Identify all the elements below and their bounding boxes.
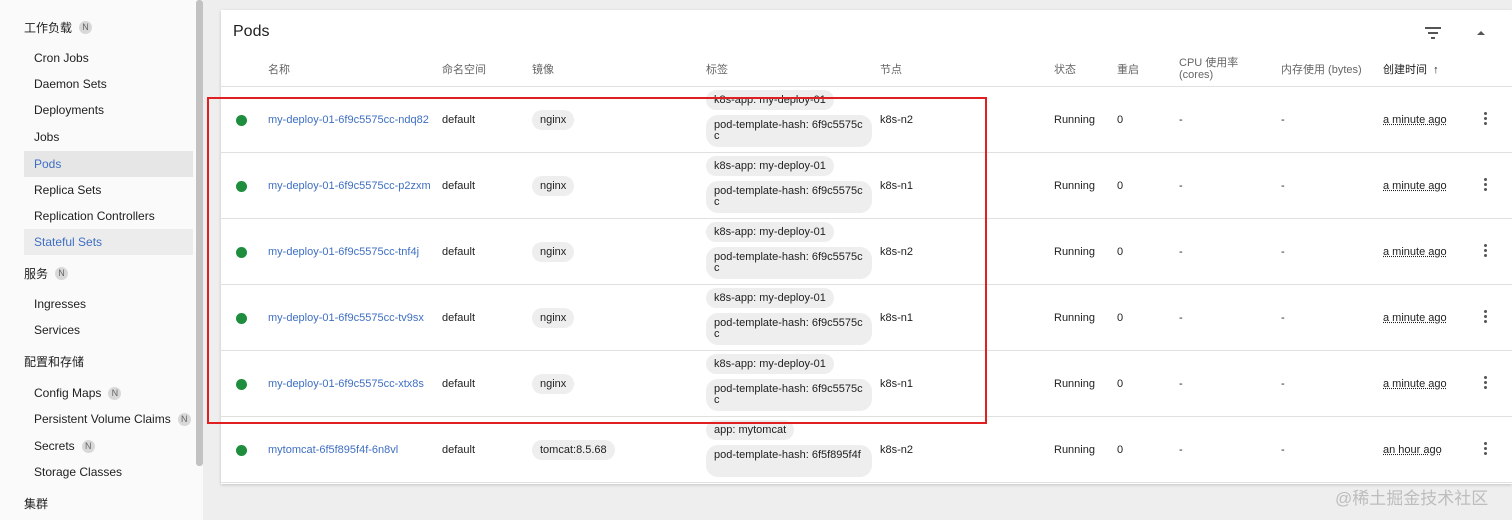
- pod-restarts: 0: [1117, 180, 1124, 192]
- pod-node: k8s-n2: [880, 444, 914, 456]
- sidebar-item-persistent-volume-claims[interactable]: Persistent Volume Claims N: [24, 406, 193, 432]
- pod-namespace: default: [442, 444, 476, 456]
- new-badge: N: [55, 266, 69, 280]
- pod-cpu: -: [1179, 312, 1183, 324]
- more-vert-icon[interactable]: [1484, 178, 1488, 192]
- sidebar-item-replica-sets[interactable]: Replica Sets: [24, 177, 193, 203]
- col-header-created[interactable]: 创建时间 ↑: [1383, 64, 1439, 76]
- col-header-cpu[interactable]: CPU 使用率 (cores): [1179, 57, 1238, 81]
- pod-status: Running: [1054, 312, 1095, 324]
- status-running-icon: [236, 445, 247, 456]
- pod-created-time[interactable]: an hour ago: [1383, 444, 1442, 457]
- sidebar-item-stateful-sets[interactable]: Stateful Sets: [24, 229, 193, 255]
- sidebar-item-replication-controllers[interactable]: Replication Controllers: [24, 203, 193, 229]
- more-vert-icon[interactable]: [1484, 244, 1488, 258]
- pod-memory: -: [1281, 180, 1285, 192]
- pod-restarts: 0: [1117, 378, 1124, 390]
- pod-restarts: 0: [1117, 444, 1124, 456]
- more-vert-icon[interactable]: [1484, 112, 1488, 126]
- col-header-labels: 标签: [706, 64, 728, 76]
- table-row[interactable]: mytomcat-6f5f895f4f-6n8vl default tomcat:8…: [221, 417, 1512, 483]
- sidebar-item-storage-classes[interactable]: Storage Classes: [24, 459, 193, 485]
- pod-created-time[interactable]: a minute ago: [1383, 114, 1447, 127]
- new-badge: N: [108, 386, 122, 400]
- pod-created-time[interactable]: a minute ago: [1383, 312, 1447, 325]
- pod-restarts: 0: [1117, 114, 1124, 126]
- watermark: @稀土掘金技术社区: [1335, 489, 1489, 508]
- pod-memory: -: [1281, 246, 1285, 258]
- pod-created-time[interactable]: a minute ago: [1383, 378, 1447, 391]
- pod-restarts: 0: [1117, 246, 1124, 258]
- more-vert-icon[interactable]: [1484, 310, 1488, 324]
- new-badge: N: [81, 439, 95, 453]
- pod-memory: -: [1281, 114, 1285, 126]
- sidebar-section-workloads[interactable]: 工作负载 N: [24, 16, 93, 38]
- pod-name-link[interactable]: mytomcat-6f5f895f4f-6n8vl: [268, 444, 398, 457]
- pod-memory: -: [1281, 444, 1285, 456]
- pod-created-time[interactable]: a minute ago: [1383, 180, 1447, 193]
- sidebar-item-ingresses[interactable]: Ingresses: [24, 291, 193, 317]
- more-vert-icon[interactable]: [1484, 442, 1488, 456]
- pod-status: Running: [1054, 114, 1095, 126]
- sidebar-item-secrets[interactable]: Secrets N: [24, 433, 193, 459]
- col-header-namespace[interactable]: 命名空间: [442, 64, 486, 76]
- pod-memory: -: [1281, 312, 1285, 324]
- col-header-status[interactable]: 状态: [1054, 64, 1076, 76]
- sidebar-scrollbar[interactable]: [196, 0, 203, 466]
- pod-status: Running: [1054, 246, 1095, 258]
- col-header-name[interactable]: 名称: [268, 64, 290, 76]
- image-chip: tomcat:8.5.68: [532, 440, 615, 460]
- col-header-node: 节点: [880, 64, 902, 76]
- label-chip: pod-template-hash: 6f5f895f4f: [706, 445, 872, 477]
- sidebar: 工作负载 N Cron Jobs Daemon Sets Deployments…: [0, 0, 203, 520]
- col-header-memory[interactable]: 内存使用 (bytes): [1281, 64, 1362, 76]
- card-title: Pods: [233, 23, 270, 40]
- sidebar-item-config-maps[interactable]: Config Maps N: [24, 380, 193, 406]
- sort-arrow-up-icon: ↑: [1433, 64, 1439, 76]
- sidebar-section-config-storage[interactable]: 配置和存储: [24, 350, 84, 372]
- sidebar-item-daemon-sets[interactable]: Daemon Sets: [24, 71, 193, 97]
- expand-less-icon[interactable]: [1474, 26, 1488, 40]
- pod-cpu: -: [1179, 444, 1183, 456]
- pod-status: Running: [1054, 378, 1095, 390]
- pod-cpu: -: [1179, 378, 1183, 390]
- pod-memory: -: [1281, 378, 1285, 390]
- col-header-restarts[interactable]: 重启: [1117, 64, 1139, 76]
- highlight-box: [207, 97, 987, 424]
- pod-status: Running: [1054, 444, 1095, 456]
- pod-created-time[interactable]: a minute ago: [1383, 246, 1447, 259]
- filter-list-icon[interactable]: [1424, 26, 1442, 40]
- new-badge: N: [79, 20, 93, 34]
- new-badge: N: [177, 412, 191, 426]
- pod-cpu: -: [1179, 180, 1183, 192]
- sidebar-item-pods[interactable]: Pods: [24, 151, 193, 177]
- pod-restarts: 0: [1117, 312, 1124, 324]
- sidebar-item-cron-jobs[interactable]: Cron Jobs: [24, 45, 193, 71]
- pod-cpu: -: [1179, 246, 1183, 258]
- sidebar-section-services[interactable]: 服务 N: [24, 262, 69, 284]
- pod-cpu: -: [1179, 114, 1183, 126]
- sidebar-section-cluster[interactable]: 集群: [24, 492, 48, 514]
- sidebar-item-services[interactable]: Services: [24, 317, 193, 343]
- col-header-image: 镜像: [532, 64, 554, 76]
- sidebar-item-deployments[interactable]: Deployments: [24, 97, 193, 123]
- sidebar-item-jobs[interactable]: Jobs: [24, 124, 193, 150]
- more-vert-icon[interactable]: [1484, 376, 1488, 390]
- pod-status: Running: [1054, 180, 1095, 192]
